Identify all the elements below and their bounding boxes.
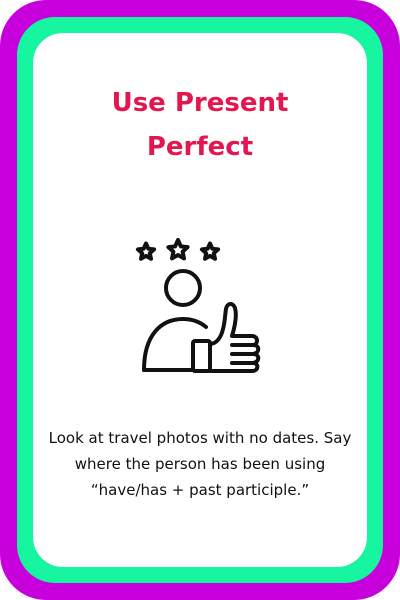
thumbs-up-hand-shape <box>208 302 261 373</box>
card-panel: Use Present Perfect Look at travel photo… <box>33 33 367 567</box>
card-title-line2: Perfect <box>146 132 254 162</box>
card-title-line1: Use Present <box>111 88 289 118</box>
body-shape <box>142 317 208 372</box>
star-icon <box>199 241 221 261</box>
star-icon <box>166 238 190 261</box>
person-thumbs-up-three-stars-icon <box>135 238 261 373</box>
card-title: Use Present Perfect <box>53 81 347 169</box>
card-description: Look at travel photos with no dates. Say… <box>48 429 352 499</box>
head-shape <box>164 269 202 307</box>
card-outer-border: Use Present Perfect Look at travel photo… <box>0 0 400 600</box>
cuff-shape <box>191 339 212 373</box>
star-icon <box>135 241 157 261</box>
illustration <box>133 237 267 373</box>
